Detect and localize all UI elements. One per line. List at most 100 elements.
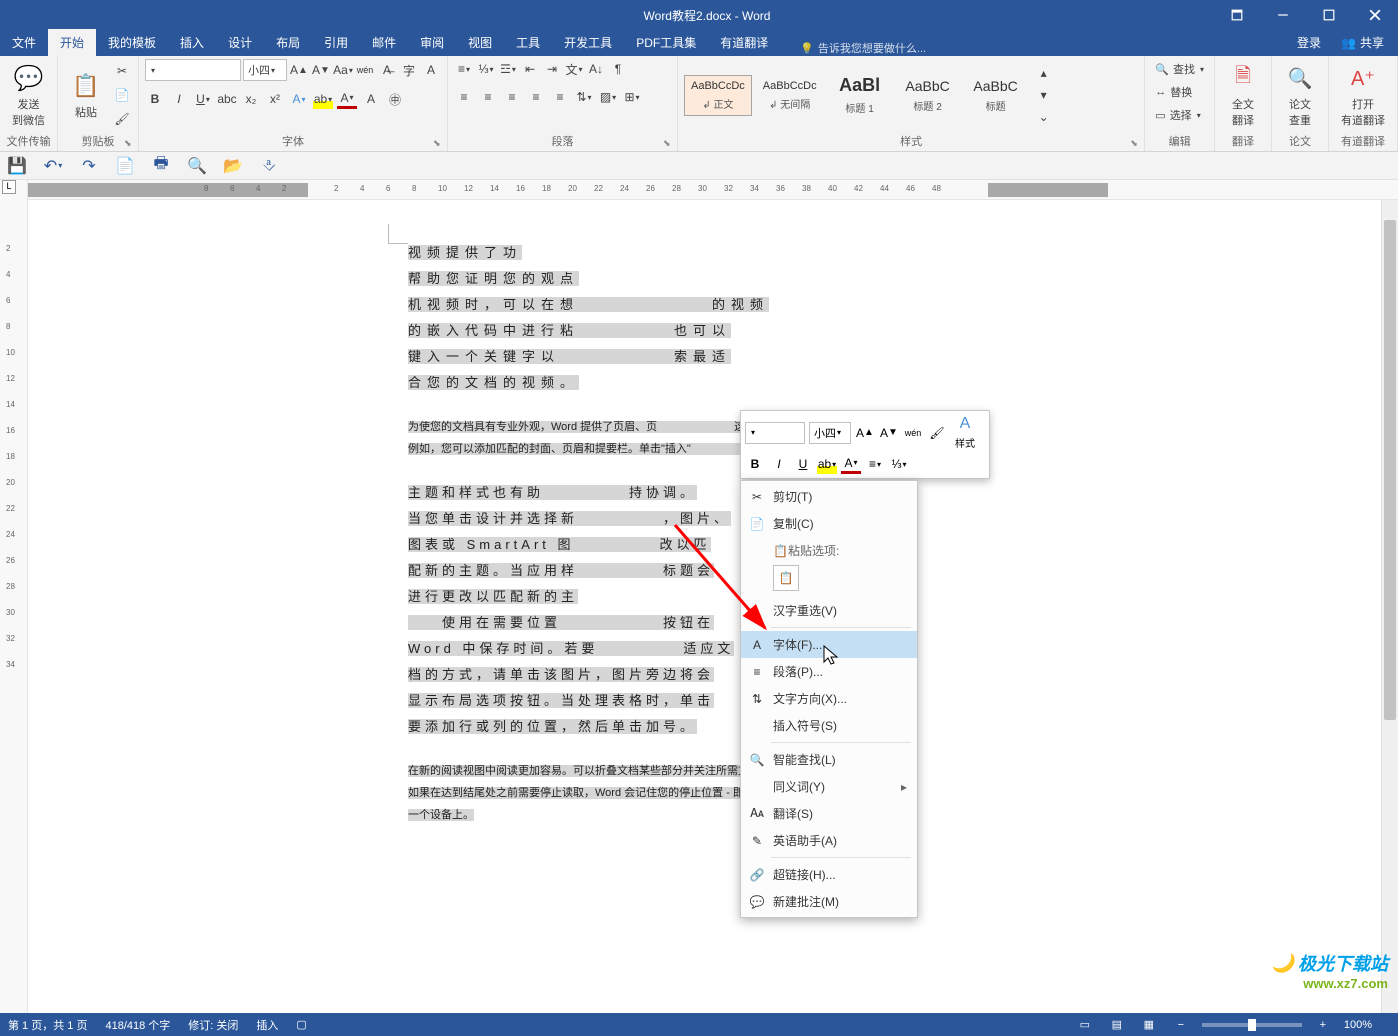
- mini-underline[interactable]: U: [793, 454, 813, 474]
- find-button[interactable]: 🔍查找▾: [1151, 59, 1208, 79]
- bullets-button[interactable]: ≡▾: [454, 59, 474, 79]
- zoom-in-button[interactable]: +: [1312, 1016, 1334, 1034]
- increase-indent-button[interactable]: ⇥: [542, 59, 562, 79]
- ctx-cut[interactable]: ✂剪切(T): [741, 483, 917, 510]
- ctx-han-reselect[interactable]: 汉字重选(V): [741, 597, 917, 624]
- ctx-paragraph[interactable]: ≡段落(P)...: [741, 658, 917, 685]
- qat-new-button[interactable]: 📄: [116, 157, 134, 175]
- tab-pdf[interactable]: PDF工具集: [624, 29, 708, 56]
- text-effects-button[interactable]: A▾: [289, 89, 309, 109]
- font-color-button[interactable]: A▾: [337, 89, 357, 109]
- underline-button[interactable]: U▾: [193, 89, 213, 109]
- styles-scroll-up[interactable]: ▴: [1034, 63, 1054, 83]
- align-center-button[interactable]: ≡: [478, 87, 498, 107]
- mini-grow-font[interactable]: A▲: [855, 423, 875, 443]
- view-print-layout[interactable]: ▤: [1106, 1016, 1128, 1034]
- login-link[interactable]: 登录: [1285, 29, 1333, 56]
- subscript-button[interactable]: x₂: [241, 89, 261, 109]
- thesis-check-button[interactable]: 🔍 论文 查重: [1278, 60, 1322, 130]
- ctx-hyperlink[interactable]: 🔗超链接(H)...: [741, 861, 917, 888]
- tab-mailings[interactable]: 邮件: [360, 29, 408, 56]
- styles-scroll-down[interactable]: ▾: [1034, 85, 1054, 105]
- multilevel-list-button[interactable]: ☲▾: [498, 59, 518, 79]
- tab-review[interactable]: 审阅: [408, 29, 456, 56]
- mini-font-name[interactable]: ▾: [745, 422, 805, 444]
- select-button[interactable]: ▭选择▾: [1151, 105, 1204, 125]
- highlight-button[interactable]: ab▾: [313, 89, 333, 109]
- ctx-font[interactable]: A字体(F)...: [741, 631, 917, 658]
- qat-insert-button[interactable]: ⎀: [260, 157, 278, 175]
- styles-launcher[interactable]: [1130, 137, 1142, 149]
- page-viewport[interactable]: 视频提供了功 帮助您证明您的观点 机视频时，可以在想 的视频 的嵌入代码中进行粘…: [28, 200, 1398, 1019]
- ribbon-display-options-icon[interactable]: [1214, 0, 1260, 30]
- mini-highlight[interactable]: ab▾: [817, 454, 837, 474]
- copy-button[interactable]: 📄: [112, 85, 132, 105]
- ctx-smart-lookup[interactable]: 🔍智能查找(L): [741, 746, 917, 773]
- ctx-english-assistant[interactable]: ✎英语助手(A): [741, 827, 917, 854]
- mini-bold[interactable]: B: [745, 454, 765, 474]
- mini-bullets[interactable]: ≡▾: [865, 454, 885, 474]
- tab-youdao[interactable]: 有道翻译: [708, 29, 780, 56]
- mini-format-painter[interactable]: 🖌: [927, 423, 947, 443]
- view-read-mode[interactable]: ▭: [1074, 1016, 1096, 1034]
- zoom-slider-thumb[interactable]: [1248, 1019, 1256, 1031]
- align-right-button[interactable]: ≡: [502, 87, 522, 107]
- style-title[interactable]: AaBbC 标题: [964, 73, 1028, 118]
- paragraph-launcher[interactable]: [663, 137, 675, 149]
- font-name-combo[interactable]: ▾: [145, 59, 241, 81]
- paste-keep-source-button[interactable]: 📋: [773, 565, 799, 591]
- tab-design[interactable]: 设计: [216, 29, 264, 56]
- phonetic-guide-button[interactable]: wén: [355, 60, 375, 80]
- style-heading2[interactable]: AaBbC 标题 2: [896, 73, 960, 118]
- tab-layout[interactable]: 布局: [264, 29, 312, 56]
- tab-templates[interactable]: 我的模板: [96, 29, 168, 56]
- fulltext-translate-button[interactable]: 🗎 全文 翻译: [1221, 60, 1265, 130]
- numbering-button[interactable]: ⅓▾: [476, 59, 496, 79]
- zoom-out-button[interactable]: −: [1170, 1016, 1192, 1034]
- share-button[interactable]: 👥共享: [1333, 30, 1392, 55]
- mini-styles-button[interactable]: A 样式: [951, 415, 979, 450]
- status-word-count[interactable]: 418/418 个字: [105, 1017, 170, 1033]
- decrease-indent-button[interactable]: ⇤: [520, 59, 540, 79]
- character-border-button[interactable]: A: [421, 60, 441, 80]
- enclose-character-button[interactable]: 字: [399, 60, 419, 80]
- scrollbar-thumb[interactable]: [1384, 220, 1396, 720]
- mini-font-color[interactable]: A▾: [841, 454, 861, 474]
- mini-numbering[interactable]: ⅓▾: [889, 454, 909, 474]
- superscript-button[interactable]: x²: [265, 89, 285, 109]
- paste-button[interactable]: 📋 粘贴: [64, 68, 108, 122]
- show-marks-button[interactable]: ¶: [608, 59, 628, 79]
- strikethrough-button[interactable]: abc: [217, 89, 237, 109]
- zoom-slider[interactable]: [1202, 1023, 1302, 1027]
- tab-devtools[interactable]: 开发工具: [552, 29, 624, 56]
- tab-insert[interactable]: 插入: [168, 29, 216, 56]
- status-macro-record[interactable]: ▢: [296, 1018, 306, 1031]
- shrink-font-button[interactable]: A▼: [311, 60, 331, 80]
- tell-me-search[interactable]: 💡告诉我您想要做什么...: [800, 40, 926, 56]
- qat-open-button[interactable]: 📂: [224, 157, 242, 175]
- clipboard-launcher[interactable]: [124, 137, 136, 149]
- view-web-layout[interactable]: ▦: [1138, 1016, 1160, 1034]
- character-shading-button[interactable]: A: [361, 89, 381, 109]
- send-to-wechat-button[interactable]: 💬 发送 到微信: [6, 60, 51, 130]
- qat-redo-button[interactable]: ↷: [80, 157, 98, 175]
- zoom-level[interactable]: 100%: [1344, 1019, 1372, 1031]
- tab-tools[interactable]: 工具: [504, 29, 552, 56]
- tab-references[interactable]: 引用: [312, 29, 360, 56]
- status-track-changes[interactable]: 修订: 关闭: [188, 1017, 238, 1033]
- minimize-button[interactable]: [1260, 0, 1306, 30]
- vertical-scrollbar[interactable]: [1381, 200, 1398, 1019]
- mini-font-size[interactable]: 小四▾: [809, 422, 851, 444]
- replace-button[interactable]: ↔替换: [1151, 82, 1196, 102]
- maximize-button[interactable]: [1306, 0, 1352, 30]
- ctx-synonyms[interactable]: 同义词(Y)▸: [741, 773, 917, 800]
- clear-formatting-button[interactable]: A̶: [377, 60, 397, 80]
- align-left-button[interactable]: ≡: [454, 87, 474, 107]
- open-youdao-button[interactable]: A⁺ 打开 有道翻译: [1335, 60, 1391, 130]
- status-insert-mode[interactable]: 插入: [256, 1017, 278, 1033]
- change-case-button[interactable]: Aa▾: [333, 60, 353, 80]
- mini-italic[interactable]: I: [769, 454, 789, 474]
- ctx-text-direction[interactable]: ⇅文字方向(X)...: [741, 685, 917, 712]
- mini-phonetic[interactable]: wén: [903, 423, 923, 443]
- borders-button[interactable]: ⊞▾: [622, 87, 642, 107]
